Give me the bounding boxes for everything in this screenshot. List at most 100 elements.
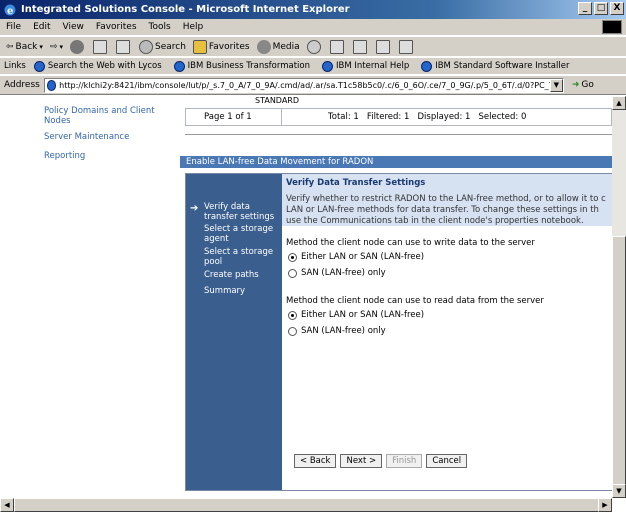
vertical-scrollbar[interactable]: ▲ ▼ bbox=[612, 96, 626, 498]
forward-button[interactable]: ⇨ ▾ bbox=[50, 42, 63, 52]
current-step-arrow-icon: ➔ bbox=[190, 203, 199, 214]
option-label: SAN (LAN-free) only bbox=[301, 326, 386, 336]
radio-selected[interactable] bbox=[288, 252, 297, 262]
edit-icon bbox=[375, 39, 390, 54]
address-input[interactable]: http://klchi2y:8421/ibm/console/lut/p/_s… bbox=[43, 77, 564, 93]
home-icon bbox=[115, 39, 130, 54]
horizontal-scrollbar[interactable]: ◀ ▶ bbox=[0, 498, 612, 512]
back-arrow-icon: ⇦ bbox=[6, 41, 14, 52]
address-label: Address bbox=[4, 80, 40, 90]
wizard-description: Verify whether to restrict RADON to the … bbox=[286, 194, 612, 227]
forward-arrow-icon: ⇨ bbox=[49, 41, 58, 52]
mail-button[interactable] bbox=[329, 39, 346, 54]
wizard-step-storage-agent[interactable]: Select a storage agent bbox=[204, 224, 280, 244]
refresh-button[interactable] bbox=[92, 39, 109, 54]
nav-reporting[interactable]: Reporting bbox=[44, 151, 85, 161]
horizontal-scroll-thumb[interactable] bbox=[14, 498, 604, 512]
standard-toolbar: ⇦ Back ▾ ⇨ ▾ Search Favorites Media bbox=[0, 36, 626, 56]
wizard-steps: ➔ Verify data transfer settings Select a… bbox=[186, 174, 282, 490]
chevron-down-icon: ▾ bbox=[39, 42, 43, 51]
address-dropdown-button[interactable]: ▼ bbox=[549, 78, 563, 92]
go-button[interactable]: ➜ Go bbox=[572, 80, 594, 90]
write-option-either[interactable]: Either LAN or SAN (LAN-free) bbox=[288, 252, 424, 262]
menu-view[interactable]: View bbox=[63, 22, 84, 32]
ie-page-icon bbox=[322, 60, 333, 72]
option-label: SAN (LAN-free) only bbox=[301, 268, 386, 278]
wizard-step-create-paths[interactable]: Create paths bbox=[204, 270, 259, 280]
link-label: IBM Business Transformation bbox=[187, 61, 310, 71]
print-button[interactable] bbox=[352, 39, 369, 54]
vertical-scroll-thumb[interactable] bbox=[612, 236, 626, 486]
media-button[interactable]: Media bbox=[256, 39, 300, 54]
wizard-body: Verify Data Transfer Settings Verify whe… bbox=[282, 174, 612, 490]
stop-button[interactable] bbox=[69, 39, 86, 54]
edit-button[interactable] bbox=[375, 39, 392, 54]
link-lycos[interactable]: Search the Web with Lycos bbox=[33, 60, 162, 72]
cancel-button[interactable]: Cancel bbox=[426, 454, 468, 468]
menu-edit[interactable]: Edit bbox=[33, 22, 50, 32]
menu-favorites[interactable]: Favorites bbox=[96, 22, 137, 32]
minimize-button[interactable]: _ bbox=[578, 2, 592, 15]
home-button[interactable] bbox=[115, 39, 132, 54]
read-method-label: Method the client node can use to read d… bbox=[286, 296, 544, 306]
search-button[interactable]: Search bbox=[138, 39, 186, 54]
windows-logo-icon bbox=[602, 20, 622, 34]
table-pager: Page 1 of 1 Total: 1 Filtered: 1 Display… bbox=[185, 108, 612, 126]
radio-unselected[interactable] bbox=[288, 326, 297, 336]
page-indicator: Page 1 of 1 bbox=[186, 109, 282, 125]
option-label: Either LAN or SAN (LAN-free) bbox=[301, 310, 425, 320]
menu-tools[interactable]: Tools bbox=[149, 22, 171, 32]
link-label: IBM Internal Help bbox=[336, 61, 410, 71]
radio-unselected[interactable] bbox=[288, 268, 297, 278]
scroll-up-button[interactable]: ▲ bbox=[612, 96, 626, 110]
wizard-step-summary[interactable]: Summary bbox=[204, 286, 245, 296]
scroll-right-button[interactable]: ▶ bbox=[598, 498, 612, 512]
description-line: Verify whether to restrict RADON to the … bbox=[286, 194, 606, 204]
media-label: Media bbox=[272, 41, 300, 52]
nav-server-maintenance[interactable]: Server Maintenance bbox=[44, 132, 129, 142]
next-button[interactable]: Next > bbox=[340, 454, 383, 468]
link-ibm-software[interactable]: IBM Standard Software Installer bbox=[421, 60, 570, 72]
finish-button: Finish bbox=[386, 454, 423, 468]
favorites-button[interactable]: Favorites bbox=[192, 39, 250, 54]
close-button[interactable]: X bbox=[610, 2, 624, 15]
back-button[interactable]: ⇦ Back ▾ bbox=[6, 42, 43, 52]
wizard-step-verify[interactable]: Verify data transfer settings bbox=[204, 202, 280, 222]
description-line: LAN or LAN-free methods for data transfe… bbox=[286, 205, 599, 215]
wizard-step-storage-pool[interactable]: Select a storage pool bbox=[204, 247, 280, 267]
menu-bar: File Edit View Favorites Tools Help bbox=[0, 19, 626, 35]
discuss-button[interactable] bbox=[398, 39, 415, 54]
section-header: Enable LAN-free Data Movement for RADON bbox=[180, 156, 612, 168]
favorites-icon bbox=[192, 39, 207, 54]
nav-policy-domains[interactable]: Policy Domains and Client Nodes bbox=[44, 106, 172, 126]
scroll-down-button[interactable]: ▼ bbox=[612, 484, 626, 498]
refresh-icon bbox=[92, 39, 107, 54]
discuss-icon bbox=[398, 39, 413, 54]
radio-selected[interactable] bbox=[288, 310, 297, 320]
link-ibm-business[interactable]: IBM Business Transformation bbox=[173, 60, 310, 72]
menu-help[interactable]: Help bbox=[183, 22, 204, 32]
back-wizard-button[interactable]: < Back bbox=[294, 454, 337, 468]
wizard-panel: ➔ Verify data transfer settings Select a… bbox=[185, 173, 612, 491]
read-option-san[interactable]: SAN (LAN-free) only bbox=[288, 326, 386, 336]
wizard-title: Verify Data Transfer Settings bbox=[286, 178, 426, 188]
link-label: IBM Standard Software Installer bbox=[435, 61, 570, 71]
scroll-left-button[interactable]: ◀ bbox=[0, 498, 14, 512]
address-bar: Address http://klchi2y:8421/ibm/console/… bbox=[0, 75, 626, 95]
window-titlebar: e Integrated Solutions Console - Microso… bbox=[0, 0, 626, 19]
read-option-either[interactable]: Either LAN or SAN (LAN-free) bbox=[288, 310, 424, 320]
link-ibm-help[interactable]: IBM Internal Help bbox=[322, 60, 410, 72]
menu-file[interactable]: File bbox=[6, 22, 21, 32]
go-arrow-icon: ➜ bbox=[571, 80, 580, 90]
print-icon bbox=[352, 39, 367, 54]
go-label: Go bbox=[581, 80, 594, 90]
search-icon bbox=[138, 39, 153, 54]
maximize-button[interactable]: □ bbox=[594, 2, 608, 15]
history-button[interactable] bbox=[306, 39, 323, 54]
window-title: Integrated Solutions Console - Microsoft… bbox=[21, 4, 350, 15]
favorites-label: Favorites bbox=[208, 41, 250, 52]
ie-page-icon bbox=[33, 60, 45, 72]
write-option-san[interactable]: SAN (LAN-free) only bbox=[288, 268, 386, 278]
divider bbox=[185, 134, 612, 135]
mail-icon bbox=[329, 39, 344, 54]
